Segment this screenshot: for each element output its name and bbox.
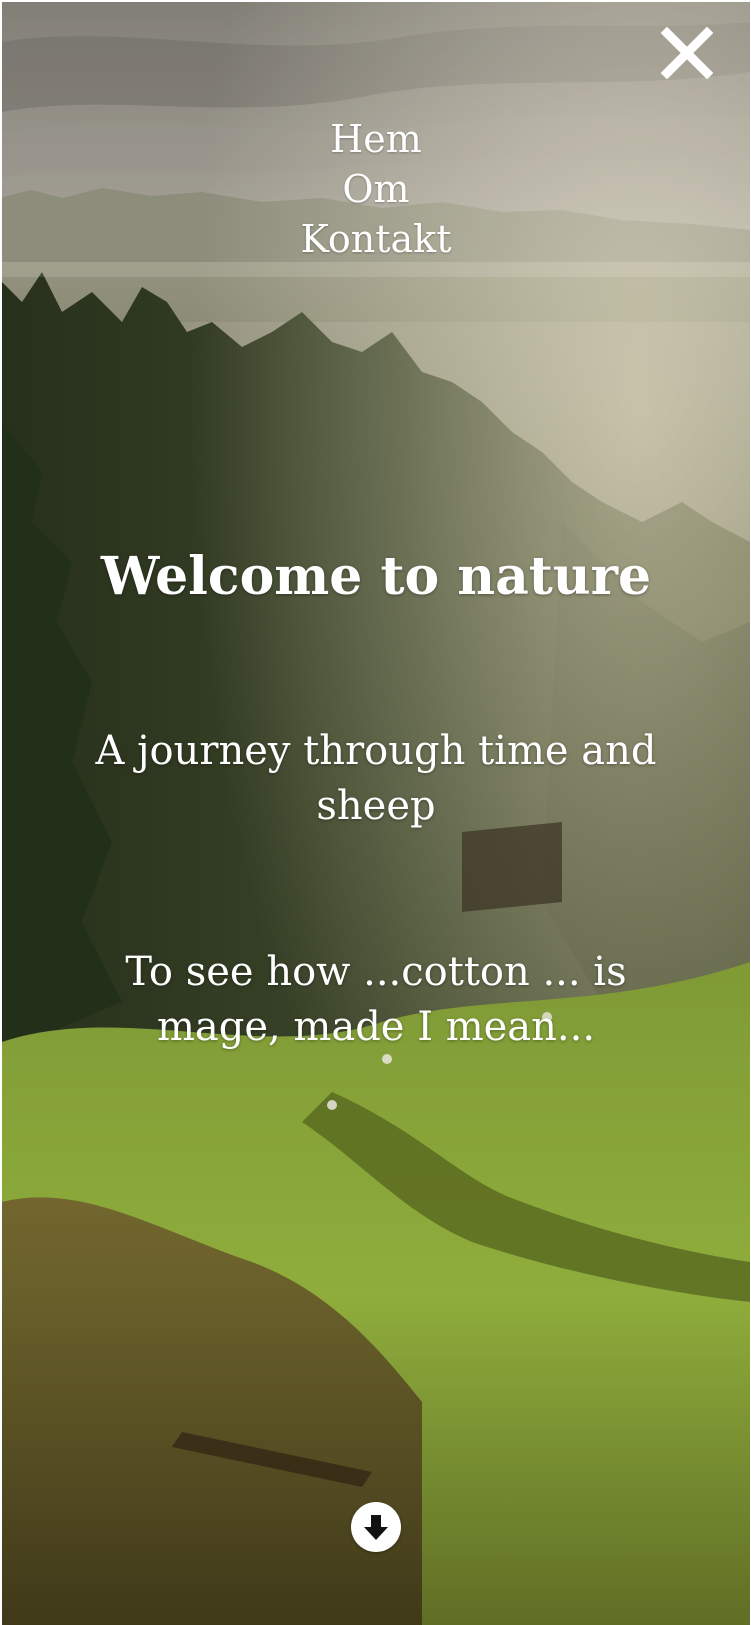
arrow-down-circle-icon bbox=[364, 1515, 388, 1540]
hero-tagline: A journey through time and sheep bbox=[95, 728, 657, 829]
scroll-down-button[interactable] bbox=[351, 1502, 401, 1552]
close-menu-button[interactable] bbox=[660, 26, 714, 80]
hero-headline: Welcome to nature bbox=[100, 546, 652, 607]
hero-subtext: To see how ...cotton ... is mage, made I… bbox=[125, 949, 627, 1050]
close-icon bbox=[660, 26, 714, 80]
hero-section: Hem Om Kontakt Welcome to nature A journ… bbox=[2, 2, 750, 1625]
nav-links: Hem Om Kontakt bbox=[2, 114, 750, 264]
nav-link-hem[interactable]: Hem bbox=[2, 114, 750, 164]
nav-link-kontakt[interactable]: Kontakt bbox=[2, 214, 750, 264]
nav-link-om[interactable]: Om bbox=[2, 164, 750, 214]
page: Hem Om Kontakt Welcome to nature A journ… bbox=[0, 0, 751, 1625]
